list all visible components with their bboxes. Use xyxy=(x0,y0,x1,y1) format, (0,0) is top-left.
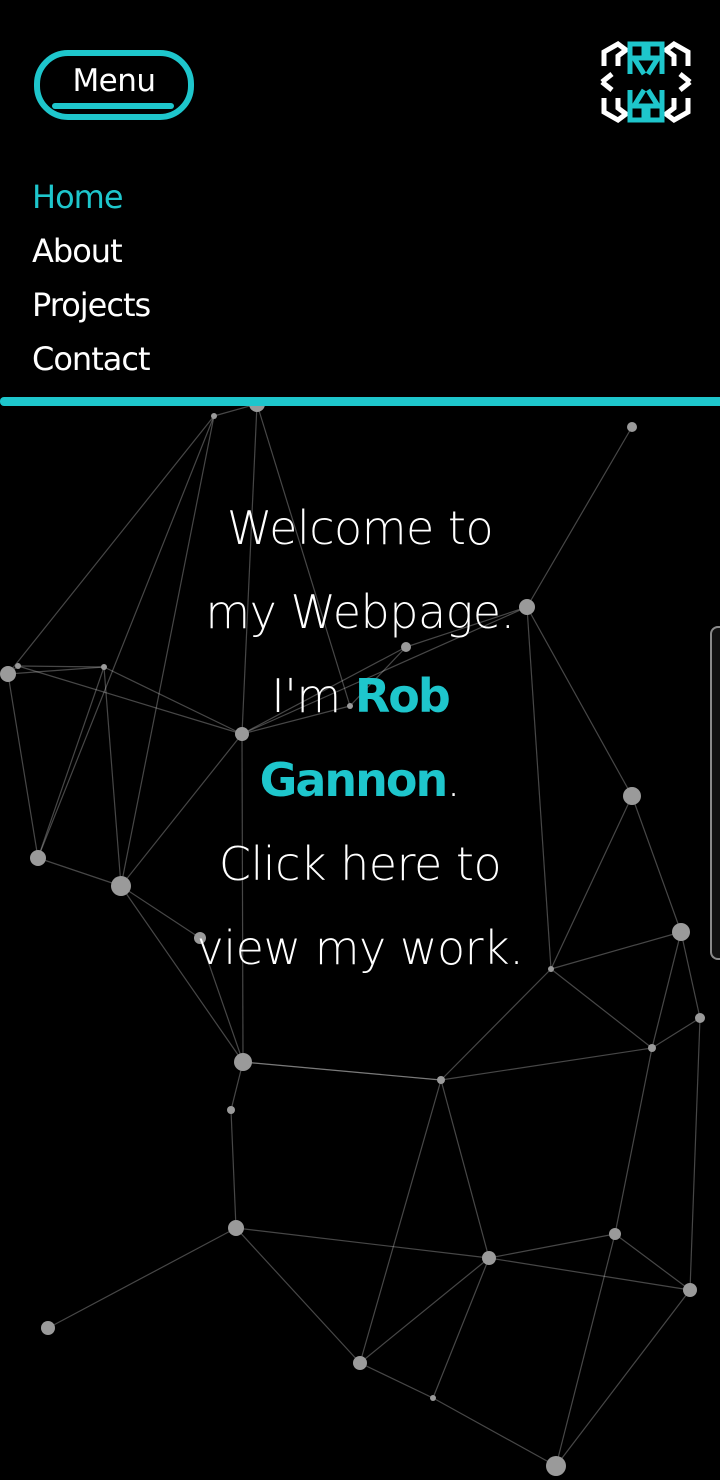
hero-im-text: I'm xyxy=(271,669,355,723)
nav-item-contact[interactable]: Contact xyxy=(32,332,151,386)
network-edge xyxy=(689,1017,701,1291)
network-node xyxy=(228,1220,244,1236)
hero-line-webpage: my Webpage. xyxy=(205,585,515,639)
network-node xyxy=(683,1283,697,1297)
hero-line-surname: Gannon. xyxy=(150,738,570,822)
network-edge xyxy=(7,666,105,675)
network-node xyxy=(437,1076,445,1084)
network-node xyxy=(353,1356,367,1370)
hero-line-intro: I'm Rob xyxy=(150,654,570,738)
network-edge xyxy=(235,1227,361,1364)
menu-button[interactable]: Menu xyxy=(34,50,194,120)
network-edge xyxy=(37,666,105,859)
network-node xyxy=(609,1228,621,1240)
site-header: Menu Home About Projects Contact xyxy=(0,0,720,398)
network-node xyxy=(41,1321,55,1335)
network-node xyxy=(623,787,641,805)
network-edge xyxy=(550,931,682,970)
hero-link[interactable]: Welcome to my Webpage. I'm Rob Gannon. C… xyxy=(150,486,570,990)
hero-name-first: Rob xyxy=(354,669,451,723)
network-edge xyxy=(614,1233,691,1291)
network-node xyxy=(627,422,637,432)
hero-period: . xyxy=(446,753,461,807)
nav-item-about[interactable]: About xyxy=(32,224,150,278)
network-edge xyxy=(631,795,682,933)
nav-item-projects[interactable]: Projects xyxy=(32,278,151,332)
main-nav: Home About Projects Contact xyxy=(32,170,151,386)
network-edge xyxy=(17,665,105,668)
network-edge xyxy=(235,1227,490,1259)
network-edge xyxy=(440,1047,653,1081)
network-edge xyxy=(359,1362,434,1399)
hero-line-welcome: Welcome to xyxy=(226,501,494,555)
network-edge xyxy=(432,1257,490,1399)
network-node xyxy=(672,923,690,941)
network-edge xyxy=(651,931,682,1049)
network-node xyxy=(430,1395,436,1401)
network-edge xyxy=(47,1227,237,1329)
network-edge xyxy=(488,1233,616,1259)
network-node xyxy=(111,876,131,896)
network-node xyxy=(30,850,46,866)
nav-item-home[interactable]: Home xyxy=(32,170,150,224)
network-edge xyxy=(555,1289,691,1467)
header-divider xyxy=(0,397,720,406)
network-node xyxy=(234,1053,252,1071)
network-node xyxy=(482,1251,496,1265)
network-node xyxy=(211,413,217,419)
network-edge xyxy=(651,1017,701,1049)
network-edge xyxy=(614,1047,653,1235)
network-edge xyxy=(359,1079,442,1364)
menu-button-underline xyxy=(52,103,174,109)
network-edge xyxy=(37,857,122,887)
network-node xyxy=(101,664,107,670)
network-node xyxy=(15,663,21,669)
network-node xyxy=(0,666,16,682)
network-edge xyxy=(230,1109,237,1229)
network-edge xyxy=(359,1257,490,1364)
network-edge xyxy=(103,666,122,887)
hero-line-click: Click here to xyxy=(218,837,502,891)
network-node xyxy=(546,1456,566,1476)
scroll-handle[interactable] xyxy=(710,626,720,960)
network-edge xyxy=(488,1257,691,1291)
rr-monogram-logo-icon[interactable] xyxy=(598,38,694,126)
network-edge xyxy=(680,931,701,1019)
network-edge xyxy=(555,1233,616,1467)
network-edge xyxy=(7,673,39,859)
network-node xyxy=(695,1013,705,1023)
network-node xyxy=(227,1106,235,1114)
network-edge xyxy=(432,1397,557,1467)
hero-line-work: view my work. xyxy=(196,921,524,975)
network-edge xyxy=(242,1061,442,1081)
network-node xyxy=(648,1044,656,1052)
hero-name-last: Gannon xyxy=(259,753,449,807)
network-edge xyxy=(440,1079,490,1259)
menu-button-label: Menu xyxy=(72,63,156,99)
